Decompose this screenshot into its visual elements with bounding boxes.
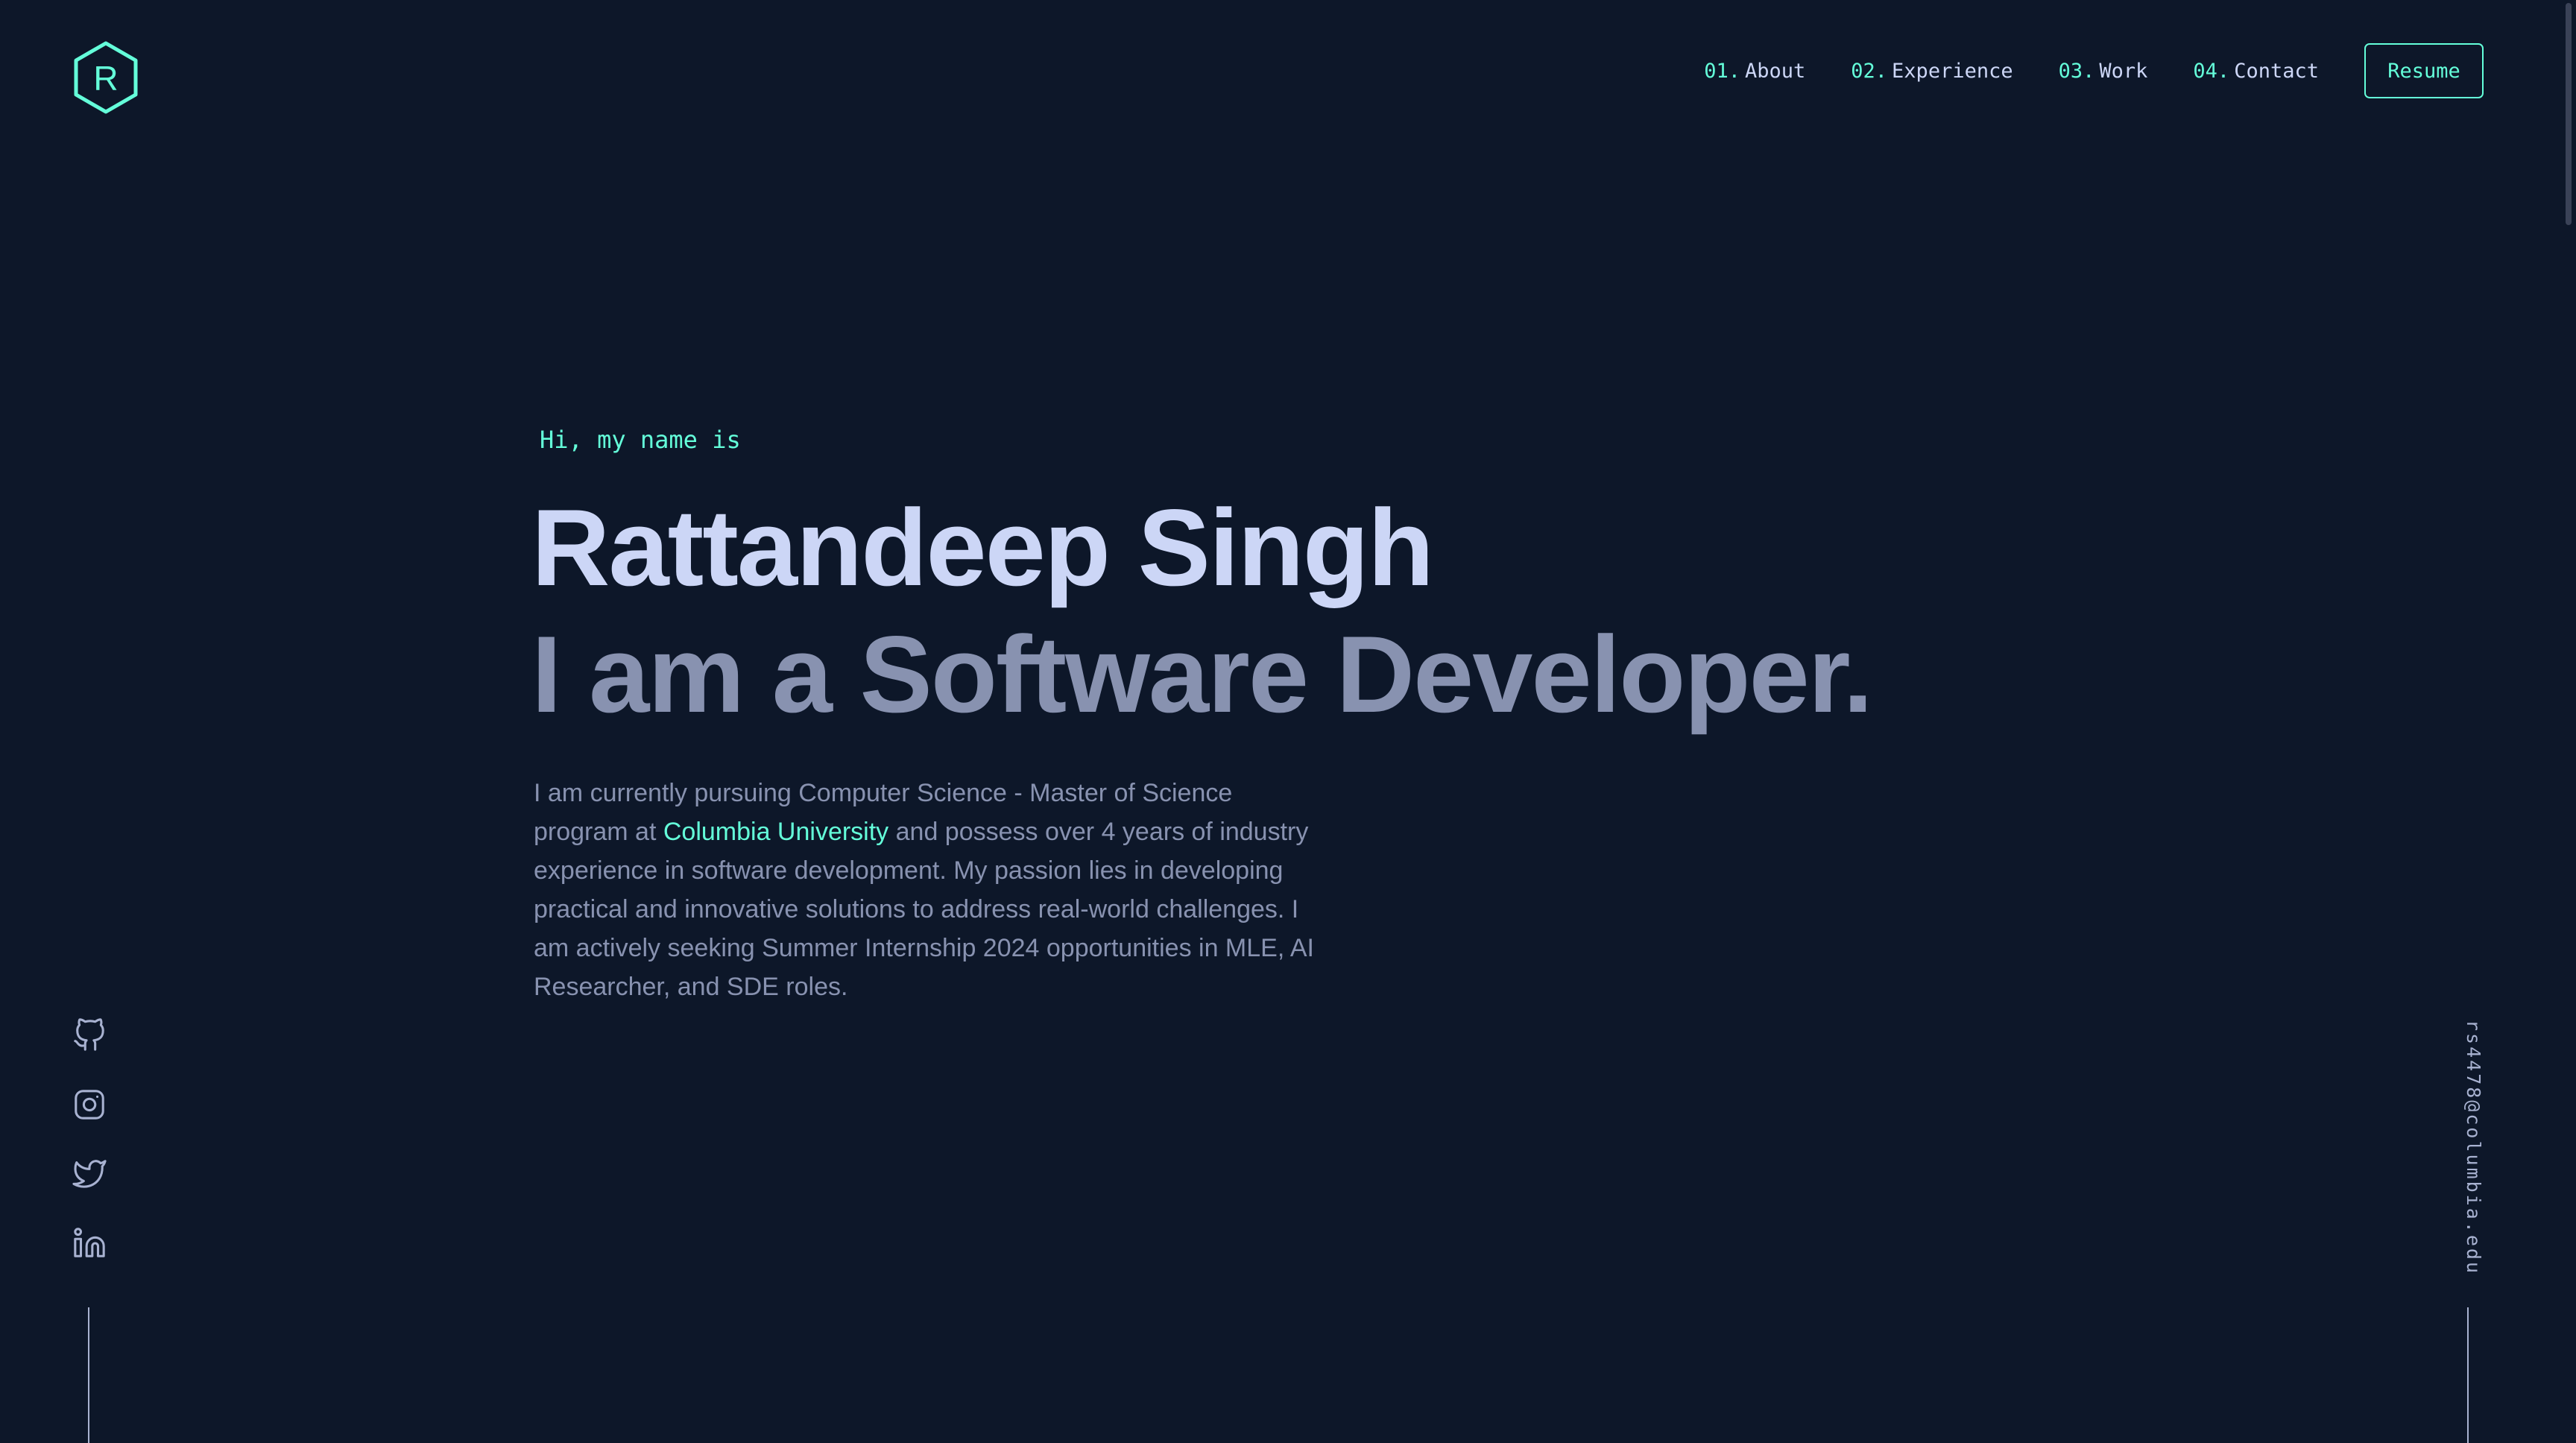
logo-link[interactable]: R (72, 41, 139, 114)
hero-tagline: I am a Software Developer. (531, 613, 1873, 735)
nav-number: 02. (1851, 59, 1888, 83)
nav-number: 01. (1704, 59, 1740, 83)
nav-link-work[interactable]: 03. Work (2059, 60, 2148, 83)
logo-letter: R (93, 59, 118, 98)
email-link[interactable]: rs4478@columbia.edu (2452, 1020, 2484, 1275)
twitter-link[interactable] (72, 1157, 107, 1191)
bio-text: and possess over 4 years of industry (888, 818, 1309, 846)
bio-line: program at Columbia University and posse… (534, 812, 1354, 851)
instagram-icon (75, 1090, 104, 1120)
nav-label: Work (2099, 59, 2148, 83)
nav-link-about[interactable]: 01. About (1704, 60, 1805, 83)
columbia-university-link[interactable]: Columbia University (663, 818, 888, 846)
bio-line: experience in software development. My p… (534, 856, 1284, 885)
left-vertical-line (88, 1307, 89, 1443)
nav-label: Experience (1892, 59, 2013, 83)
main-nav: 01. About 02. Experience 03. Work 04. Co… (1704, 43, 2484, 98)
scrollbar-track[interactable] (2560, 0, 2576, 1443)
twitter-icon (72, 1160, 107, 1188)
github-link[interactable] (72, 1018, 107, 1052)
nav-link-contact[interactable]: 04. Contact (2193, 60, 2319, 83)
nav-label: Contact (2234, 59, 2319, 83)
social-links (72, 1018, 107, 1295)
linkedin-link[interactable] (72, 1226, 107, 1260)
nav-label: About (1744, 59, 1806, 83)
bio-line: am actively seeking Summer Internship 20… (534, 934, 1314, 962)
hexagon-logo-icon: R (74, 41, 138, 114)
bio-line: I am currently pursuing Computer Science… (534, 779, 1233, 807)
linkedin-icon (74, 1228, 105, 1257)
hero-bio: I am currently pursuing Computer Science… (534, 774, 1354, 1006)
hero-name: Rattandeep Singh (531, 487, 1434, 608)
nav-number: 03. (2058, 59, 2095, 83)
right-vertical-line (2467, 1307, 2469, 1443)
instagram-link[interactable] (72, 1087, 107, 1122)
scrollbar-thumb[interactable] (2566, 3, 2572, 225)
bio-text: program at (534, 818, 663, 846)
hero-greeting: Hi, my name is (540, 426, 741, 454)
nav-number: 04. (2193, 59, 2230, 83)
bio-line: practical and innovative solutions to ad… (534, 895, 1299, 923)
nav-link-experience[interactable]: 02. Experience (1851, 60, 2012, 83)
resume-button[interactable]: Resume (2364, 43, 2484, 98)
bio-line: Researcher, and SDE roles. (534, 973, 848, 1001)
github-icon (74, 1018, 104, 1051)
